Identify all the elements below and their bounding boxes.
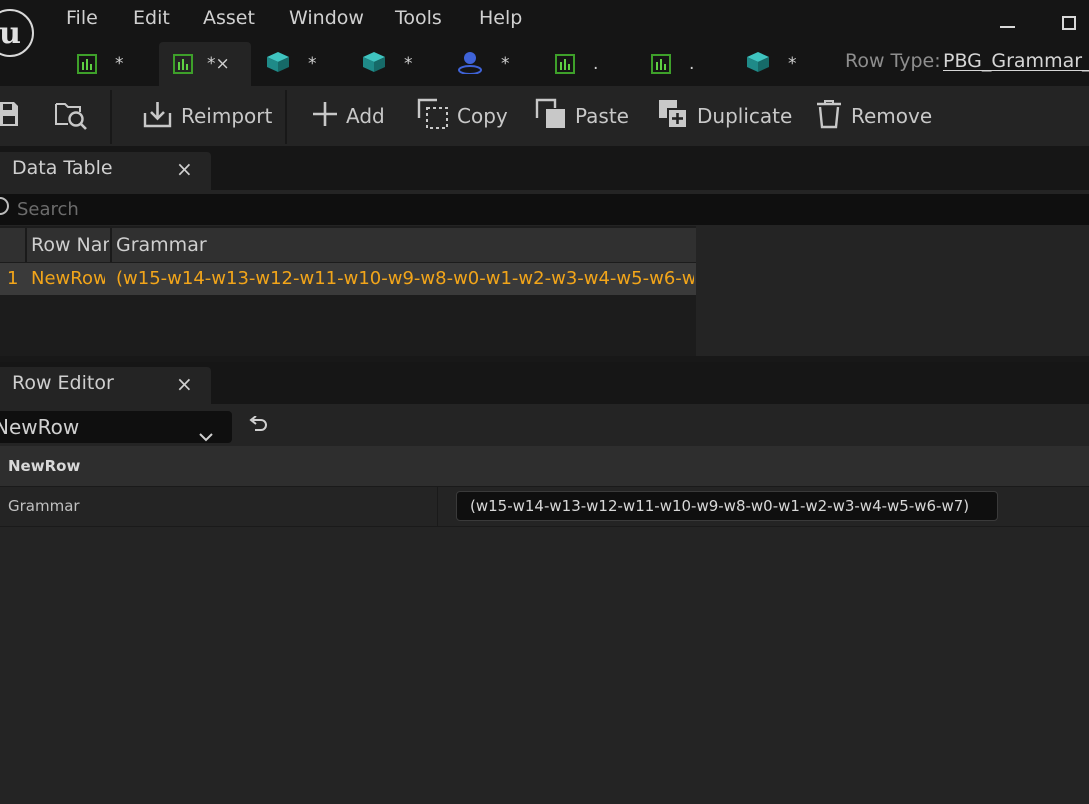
- document-tab-label: *: [404, 54, 413, 74]
- document-tab-active[interactable]: *×: [173, 42, 230, 86]
- struct-cube-icon: [746, 51, 770, 78]
- reimport-label: Reimport: [181, 104, 273, 128]
- document-tab-label: *: [115, 54, 124, 74]
- grammar-cell[interactable]: (w15-w14-w13-w12-w11-w10-w9-w8-w0-w1-w2-…: [116, 263, 694, 295]
- data-table-tab[interactable]: Data Table ×: [0, 152, 211, 190]
- property-splitter[interactable]: [437, 487, 438, 526]
- row-type-link[interactable]: PBG_Grammar_I: [943, 50, 1089, 72]
- menu-asset[interactable]: Asset: [203, 4, 255, 32]
- menu-edit[interactable]: Edit: [133, 4, 170, 32]
- remove-label: Remove: [851, 104, 933, 128]
- data-table-icon: [555, 54, 575, 74]
- category-label: NewRow: [8, 457, 81, 475]
- save-button[interactable]: [0, 86, 28, 146]
- row-editor-tab[interactable]: Row Editor ×: [0, 367, 211, 404]
- row-name-cell[interactable]: NewRow: [31, 263, 105, 295]
- row-index: 1: [7, 268, 19, 289]
- menu-window[interactable]: Window: [289, 4, 364, 32]
- search-input[interactable]: [17, 197, 1077, 221]
- duplicate-button[interactable]: Duplicate: [657, 86, 792, 146]
- remove-button[interactable]: Remove: [815, 86, 932, 146]
- plus-icon: [312, 101, 346, 132]
- menu-tools[interactable]: Tools: [395, 4, 442, 32]
- browse-button[interactable]: [54, 86, 96, 146]
- document-tab-label: .: [689, 54, 695, 74]
- category-header[interactable]: [0, 446, 1089, 487]
- menu-help[interactable]: Help: [479, 4, 522, 32]
- document-tab[interactable]: *: [457, 42, 510, 86]
- duplicate-icon: [657, 98, 697, 135]
- row-select-value: NewRow: [0, 415, 80, 439]
- column-header-grammar[interactable]: Grammar: [116, 228, 686, 262]
- data-table-icon: [173, 54, 193, 74]
- reimport-button[interactable]: Reimport: [143, 86, 272, 146]
- document-tab[interactable]: .: [651, 42, 694, 86]
- struct-cube-icon: [362, 51, 386, 78]
- copy-button[interactable]: Copy: [417, 86, 508, 146]
- document-tab-label: *×: [207, 54, 230, 74]
- data-table-tab-label: Data Table: [12, 157, 113, 179]
- close-icon[interactable]: ×: [176, 372, 193, 396]
- duplicate-label: Duplicate: [697, 104, 793, 128]
- column-divider[interactable]: [25, 228, 27, 262]
- data-table-icon: [77, 54, 97, 74]
- document-tab[interactable]: *: [266, 42, 317, 86]
- document-tab-label: *: [788, 54, 797, 74]
- document-tab-label: .: [593, 54, 599, 74]
- folder-search-icon: [54, 98, 96, 135]
- document-tab[interactable]: *: [77, 42, 124, 86]
- menu-file[interactable]: File: [66, 4, 98, 32]
- save-icon: [0, 100, 28, 133]
- close-icon[interactable]: ×: [176, 157, 193, 181]
- data-table-icon: [651, 54, 671, 74]
- paste-button[interactable]: Paste: [535, 86, 629, 146]
- row-type-label: Row Type:: [845, 50, 941, 72]
- document-tab-label: *: [308, 54, 317, 74]
- document-tab[interactable]: .: [555, 42, 598, 86]
- add-label: Add: [346, 104, 385, 128]
- add-button[interactable]: Add: [312, 86, 385, 146]
- paste-icon: [535, 98, 575, 135]
- column-divider[interactable]: [110, 228, 112, 262]
- copy-label: Copy: [457, 104, 508, 128]
- trash-icon: [815, 99, 851, 134]
- toolbar-separator: [110, 90, 112, 144]
- reset-arrow-icon[interactable]: [247, 415, 269, 440]
- document-tab-label: *: [501, 54, 510, 74]
- copy-icon: [417, 98, 457, 135]
- struct-cube-icon: [266, 51, 290, 78]
- row-editor-tab-label: Row Editor: [12, 372, 114, 394]
- grammar-value-field[interactable]: [456, 491, 998, 521]
- row-select-dropdown[interactable]: NewRow: [0, 411, 232, 443]
- toolbar-separator: [285, 90, 287, 144]
- property-label-grammar: Grammar: [8, 497, 80, 515]
- document-tab[interactable]: *: [362, 42, 413, 86]
- maximize-icon[interactable]: [1062, 16, 1076, 30]
- minimize-icon[interactable]: [998, 14, 1018, 34]
- reimport-icon: [143, 99, 181, 134]
- paste-label: Paste: [575, 104, 629, 128]
- person-icon: [457, 50, 483, 79]
- column-header-row-name[interactable]: Row Nan: [31, 228, 109, 262]
- document-tab[interactable]: *: [746, 42, 797, 86]
- data-table-empty-area: [696, 226, 1089, 356]
